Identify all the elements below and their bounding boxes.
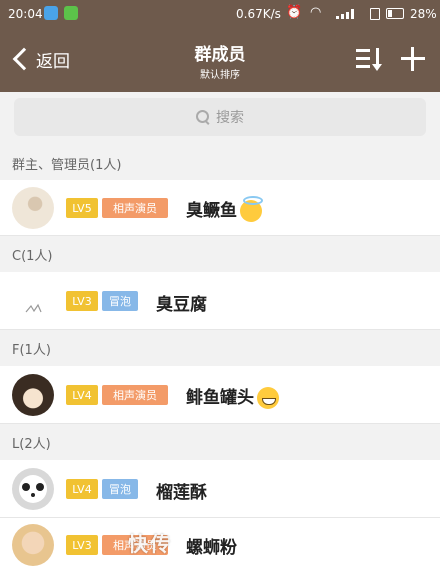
network-speed: 0.67K/s — [236, 7, 281, 21]
level-badge: LV4 — [66, 385, 98, 405]
title-tag: 相声演员 — [102, 198, 168, 218]
level-badge: LV5 — [66, 198, 98, 218]
search-area: 搜索 — [0, 92, 440, 146]
title-tag: 相声演员 — [102, 385, 168, 405]
member-row[interactable]: LV3 冒泡 臭豆腐 — [0, 272, 440, 330]
sim-icon — [370, 8, 380, 20]
level-badge: LV4 — [66, 479, 98, 499]
avatar — [12, 468, 54, 510]
add-member-button[interactable] — [400, 46, 426, 72]
member-row[interactable]: LV5 相声演员 臭鳜鱼 — [0, 180, 440, 236]
member-row[interactable]: LV4 冒泡 榴莲酥 — [0, 460, 440, 518]
avatar — [12, 280, 54, 322]
level-badge: LV3 — [66, 535, 98, 555]
sort-button[interactable] — [354, 46, 384, 74]
section-header-l: L(2人) — [0, 424, 440, 460]
search-input[interactable]: 搜索 — [14, 98, 426, 136]
search-placeholder: 搜索 — [216, 110, 244, 126]
title-tag: 冒泡 — [102, 479, 138, 499]
navigation-bar: 返回 群成员 默认排序 — [0, 28, 440, 92]
member-name: 臭鳜鱼 — [186, 196, 263, 222]
avatar — [12, 374, 54, 416]
angel-emoji-icon — [240, 196, 263, 222]
signal-icon — [336, 9, 360, 19]
member-name: 臭豆腐 — [156, 295, 207, 315]
status-bar: 20:04 0.67K/s ⏰ ◠ 28% — [0, 0, 440, 28]
member-name: 榴莲酥 — [156, 483, 207, 503]
status-time: 20:04 — [8, 7, 43, 21]
battery-icon — [386, 8, 404, 19]
level-badge: LV3 — [66, 291, 98, 311]
section-header-admins: 群主、管理员(1人) — [0, 146, 440, 180]
avatar — [12, 187, 54, 229]
grin-emoji-icon — [257, 387, 279, 409]
wifi-icon: ◠ — [310, 5, 322, 20]
member-row[interactable]: LV3 相声演员 螺蛳粉 — [0, 518, 440, 566]
section-header-c: C(1人) — [0, 236, 440, 272]
battery-percent: 28% — [410, 7, 437, 21]
section-header-f: F(1人) — [0, 330, 440, 366]
shield-app-icon — [44, 6, 58, 20]
title-tag: 冒泡 — [102, 291, 138, 311]
chat-app-icon — [64, 6, 78, 20]
member-row[interactable]: LV4 相声演员 鲱鱼罐头 — [0, 366, 440, 424]
avatar — [12, 524, 54, 566]
search-icon — [196, 110, 210, 124]
member-name: 鲱鱼罐头 — [186, 383, 279, 409]
watermark: 快传 — [128, 532, 172, 556]
alarm-icon: ⏰ — [286, 5, 303, 20]
member-name: 螺蛳粉 — [186, 538, 237, 558]
